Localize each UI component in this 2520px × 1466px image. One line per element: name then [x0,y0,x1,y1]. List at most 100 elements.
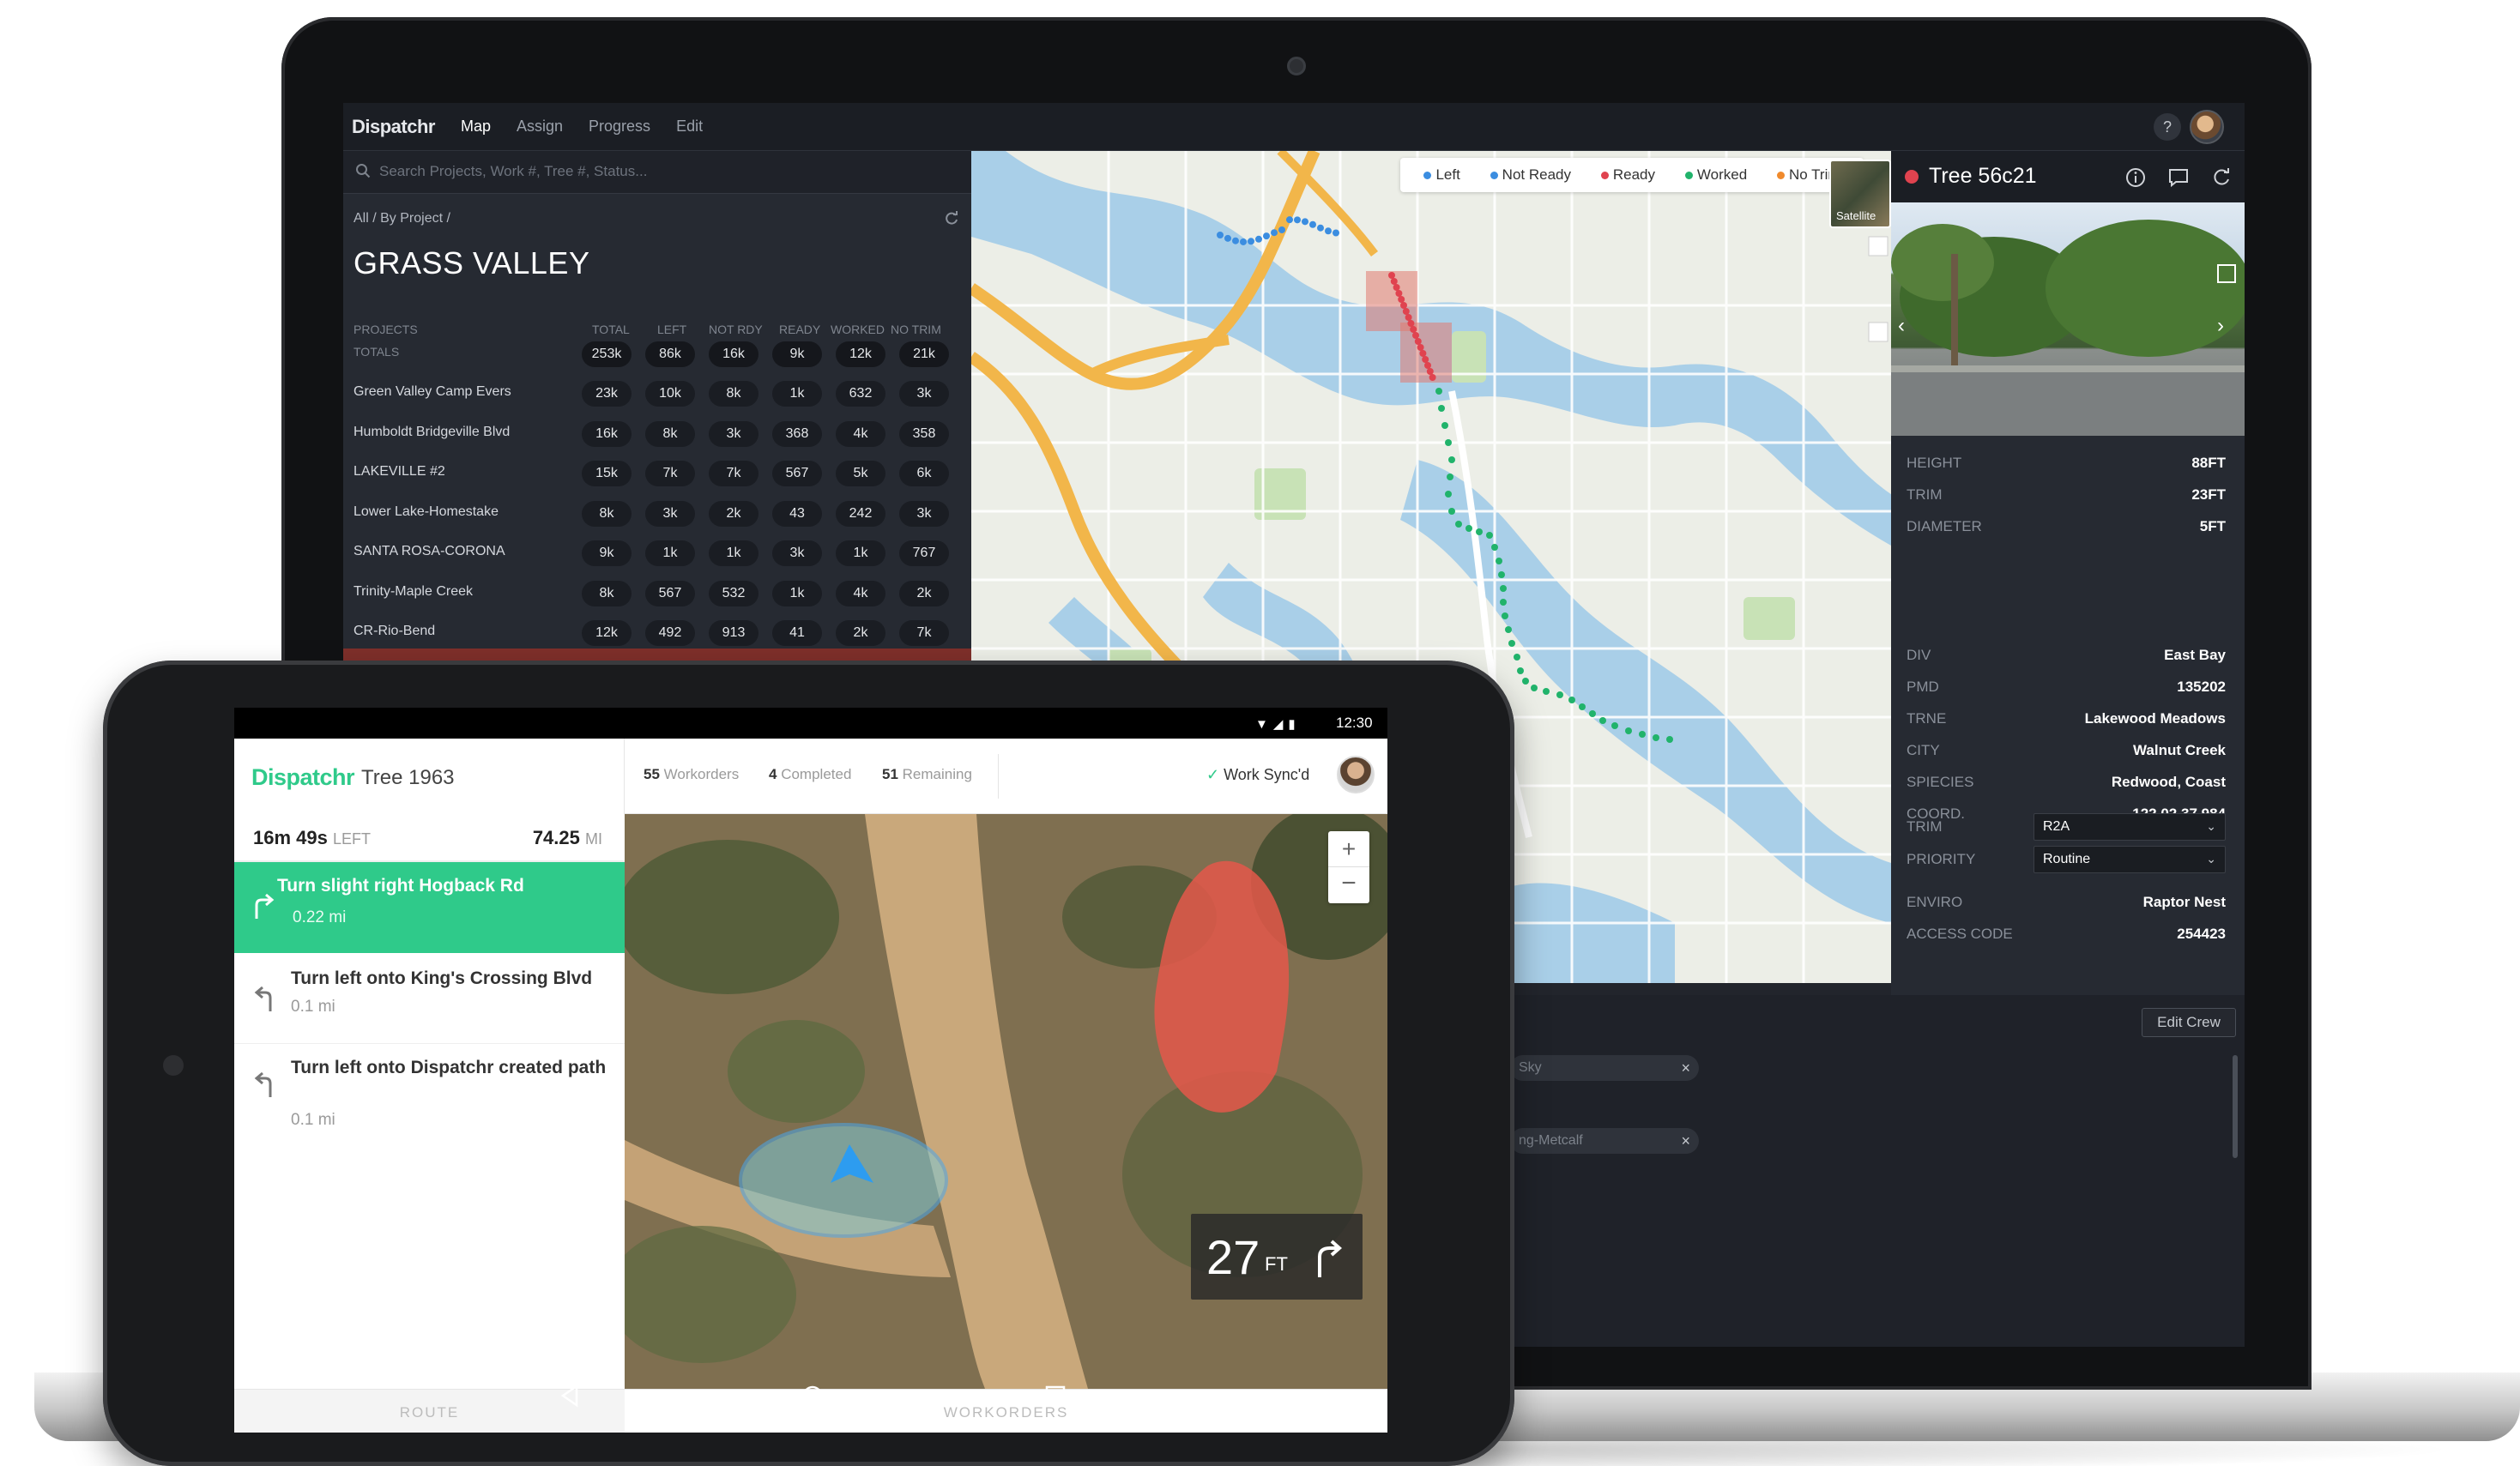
map-marker[interactable] [1441,422,1448,429]
breadcrumb[interactable]: All / By Project / [354,211,450,226]
project-row[interactable]: Humboldt Bridgeville Blvd 16k 8k 3k 368 4k 358 [343,414,971,454]
user-avatar[interactable] [2190,110,2224,144]
map-marker[interactable] [1405,314,1412,321]
info-icon[interactable] [2124,166,2147,189]
crew-chip[interactable]: Sky × [1510,1055,1699,1081]
search-input[interactable]: Search Projects, Work #, Tree #, Status.… [379,163,647,180]
map-marker[interactable] [1309,220,1316,228]
map-marker[interactable] [1426,368,1434,375]
map-marker[interactable] [1414,338,1422,345]
project-row[interactable]: SANTA ROSA-CORONA 9k 1k 1k 3k 1k 767 [343,534,971,573]
map-marker[interactable] [1263,232,1270,240]
map-marker[interactable] [1505,626,1512,633]
scrollbar[interactable] [2233,1055,2238,1158]
back-icon[interactable] [558,1383,583,1409]
map-marker[interactable] [1294,216,1301,224]
satellite-map-canvas[interactable] [625,814,1387,1389]
map-marker[interactable] [1568,697,1575,703]
priority-select[interactable]: Routine ⌄ [2034,846,2226,873]
map-marker[interactable] [1522,678,1529,685]
map-marker[interactable] [1402,308,1410,315]
crew-chip[interactable]: ng-Metcalf × [1510,1128,1699,1154]
legend-not-ready[interactable]: Not Ready [1490,166,1571,184]
legend-left[interactable]: Left [1423,166,1460,184]
map-marker[interactable] [1448,456,1455,463]
map-marker[interactable] [1393,284,1400,291]
map-marker[interactable] [1445,491,1452,498]
project-row[interactable]: Lower Lake-Homestake 8k 3k 2k 43 242 3k [343,494,971,534]
search-bar[interactable]: Search Projects, Work #, Tree #, Status.… [343,151,971,194]
map-marker[interactable] [1514,654,1520,661]
nav-assign[interactable]: Assign [517,118,563,136]
stat-remaining[interactable]: 51 Remaining [882,766,972,783]
map-marker[interactable] [1543,688,1550,695]
refresh-icon[interactable] [2210,166,2233,189]
map-marker[interactable] [1517,667,1524,674]
map-marker[interactable] [1429,374,1436,381]
route-step-active[interactable]: Turn slight right Hogback Rd 0.22 mi [234,862,625,953]
map-marker[interactable] [1476,528,1483,535]
close-icon[interactable]: × [1681,1055,1690,1081]
map-marker[interactable] [1286,216,1293,224]
map-marker[interactable] [1438,405,1445,412]
legend-worked[interactable]: Worked [1684,166,1747,184]
map-marker[interactable] [1653,734,1659,741]
map-marker[interactable] [1465,525,1472,532]
project-row[interactable]: Trinity-Maple Creek 8k 567 532 1k 4k 2k [343,574,971,613]
map-marker[interactable] [1395,290,1403,297]
map-marker[interactable] [1447,474,1453,480]
map-marker[interactable] [1448,508,1455,515]
legend-ready[interactable]: Ready [1600,166,1655,184]
photo-prev-icon[interactable]: ‹ [1898,314,1917,340]
recents-icon[interactable] [1042,1383,1068,1409]
photo-next-icon[interactable]: › [2217,314,2236,340]
map-marker[interactable] [1435,388,1442,395]
map-marker[interactable] [1255,235,1262,243]
zoom-in-button[interactable]: + [1328,831,1369,867]
map-marker[interactable] [1317,224,1324,232]
map-marker[interactable] [1240,238,1247,245]
expand-icon[interactable] [2217,264,2236,283]
map-marker[interactable] [1500,599,1507,606]
map-marker[interactable] [1455,521,1462,528]
map-marker[interactable] [1508,640,1515,647]
nav-map[interactable]: Map [461,118,491,136]
map-marker[interactable] [1217,232,1224,238]
map-marker[interactable] [1556,691,1563,698]
edit-crew-button[interactable]: Edit Crew [2142,1008,2236,1037]
map-marker[interactable] [1502,612,1508,619]
project-row[interactable]: CR-Rio-Bend 12k 492 913 41 2k 7k [343,613,971,653]
map-marker[interactable] [1410,326,1417,333]
help-icon[interactable]: ? [2154,113,2181,141]
map-marker[interactable] [1666,736,1673,743]
map-marker[interactable] [1625,727,1632,734]
map-marker[interactable] [1390,278,1398,285]
route-step[interactable]: Turn left onto Dispatchr created path 0.… [234,1044,625,1147]
map-marker[interactable] [1224,234,1231,242]
map-marker[interactable] [1278,226,1285,233]
map-marker[interactable] [1302,218,1308,226]
close-icon[interactable]: × [1681,1128,1690,1154]
map-marker[interactable] [1248,238,1254,245]
map-marker[interactable] [1445,439,1452,446]
map-marker[interactable] [1325,227,1332,235]
map-marker[interactable] [1417,344,1424,351]
trim-select[interactable]: R2A ⌄ [2034,813,2226,841]
project-row[interactable]: Green Valley Camp Evers 23k 10k 8k 1k 632 3k [343,374,971,413]
stat-completed[interactable]: 4 Completed [769,766,851,783]
map-marker[interactable] [1271,229,1278,237]
user-avatar[interactable] [1337,756,1375,793]
map-marker[interactable] [1398,296,1405,303]
map-marker[interactable] [1599,717,1606,724]
refresh-icon[interactable] [944,211,959,226]
satellite-map[interactable]: + − 27 FT [625,814,1387,1389]
map-marker[interactable] [1419,350,1427,357]
map-marker[interactable] [1589,710,1596,717]
map-marker[interactable] [1500,585,1507,592]
map-marker[interactable] [1388,272,1395,279]
tree-photo[interactable]: ‹ › [1891,202,2245,436]
map-marker[interactable] [1400,302,1407,309]
map-marker[interactable] [1498,571,1505,578]
map-marker[interactable] [1412,332,1419,339]
map-marker[interactable] [1486,532,1493,539]
